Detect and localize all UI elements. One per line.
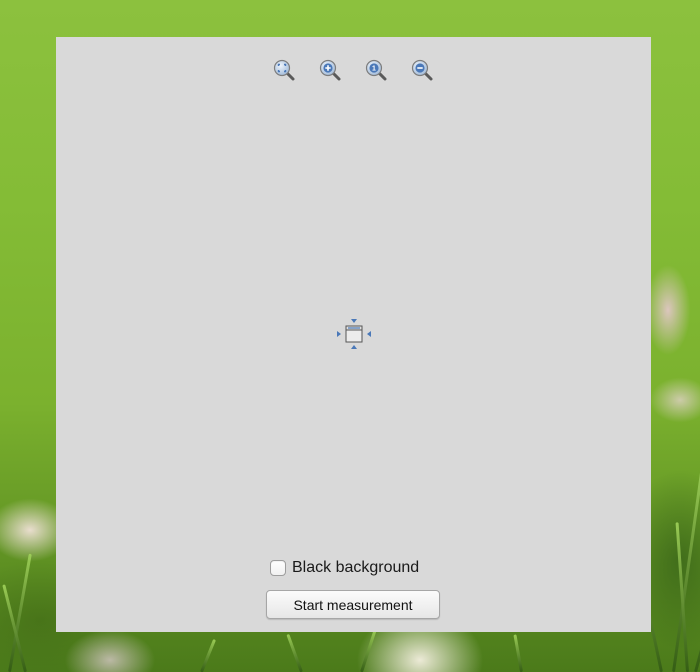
- measurement-window: 1 Black background Start measurement: [56, 37, 651, 632]
- wallpaper-grass: [360, 628, 377, 672]
- zoom-in-icon: [319, 59, 341, 81]
- black-background-label: Black background: [292, 559, 420, 576]
- zoom-fit-button[interactable]: [272, 58, 296, 82]
- wallpaper-grass: [286, 633, 303, 672]
- desktop-wallpaper: 1 Black background Start measurement: [0, 0, 700, 672]
- zoom-fit-icon: [273, 59, 295, 81]
- zoom-in-button[interactable]: [318, 58, 342, 82]
- zoom-actual-size-glyph: 1: [372, 66, 376, 73]
- black-background-checkbox[interactable]: [270, 560, 286, 576]
- zoom-out-icon: [411, 59, 433, 81]
- zoom-out-button[interactable]: [410, 58, 434, 82]
- zoom-actual-size-icon: 1: [365, 59, 387, 81]
- controls-area: Black background Start measurement: [56, 554, 651, 624]
- black-background-toggle[interactable]: Black background: [270, 558, 419, 578]
- move-handle-icon[interactable]: [337, 317, 371, 351]
- zoom-actual-size-button[interactable]: 1: [364, 58, 388, 82]
- wallpaper-grass: [513, 634, 523, 672]
- zoom-toolbar: 1: [56, 58, 651, 82]
- wallpaper-grass: [200, 638, 217, 672]
- start-measurement-button[interactable]: Start measurement: [266, 590, 440, 619]
